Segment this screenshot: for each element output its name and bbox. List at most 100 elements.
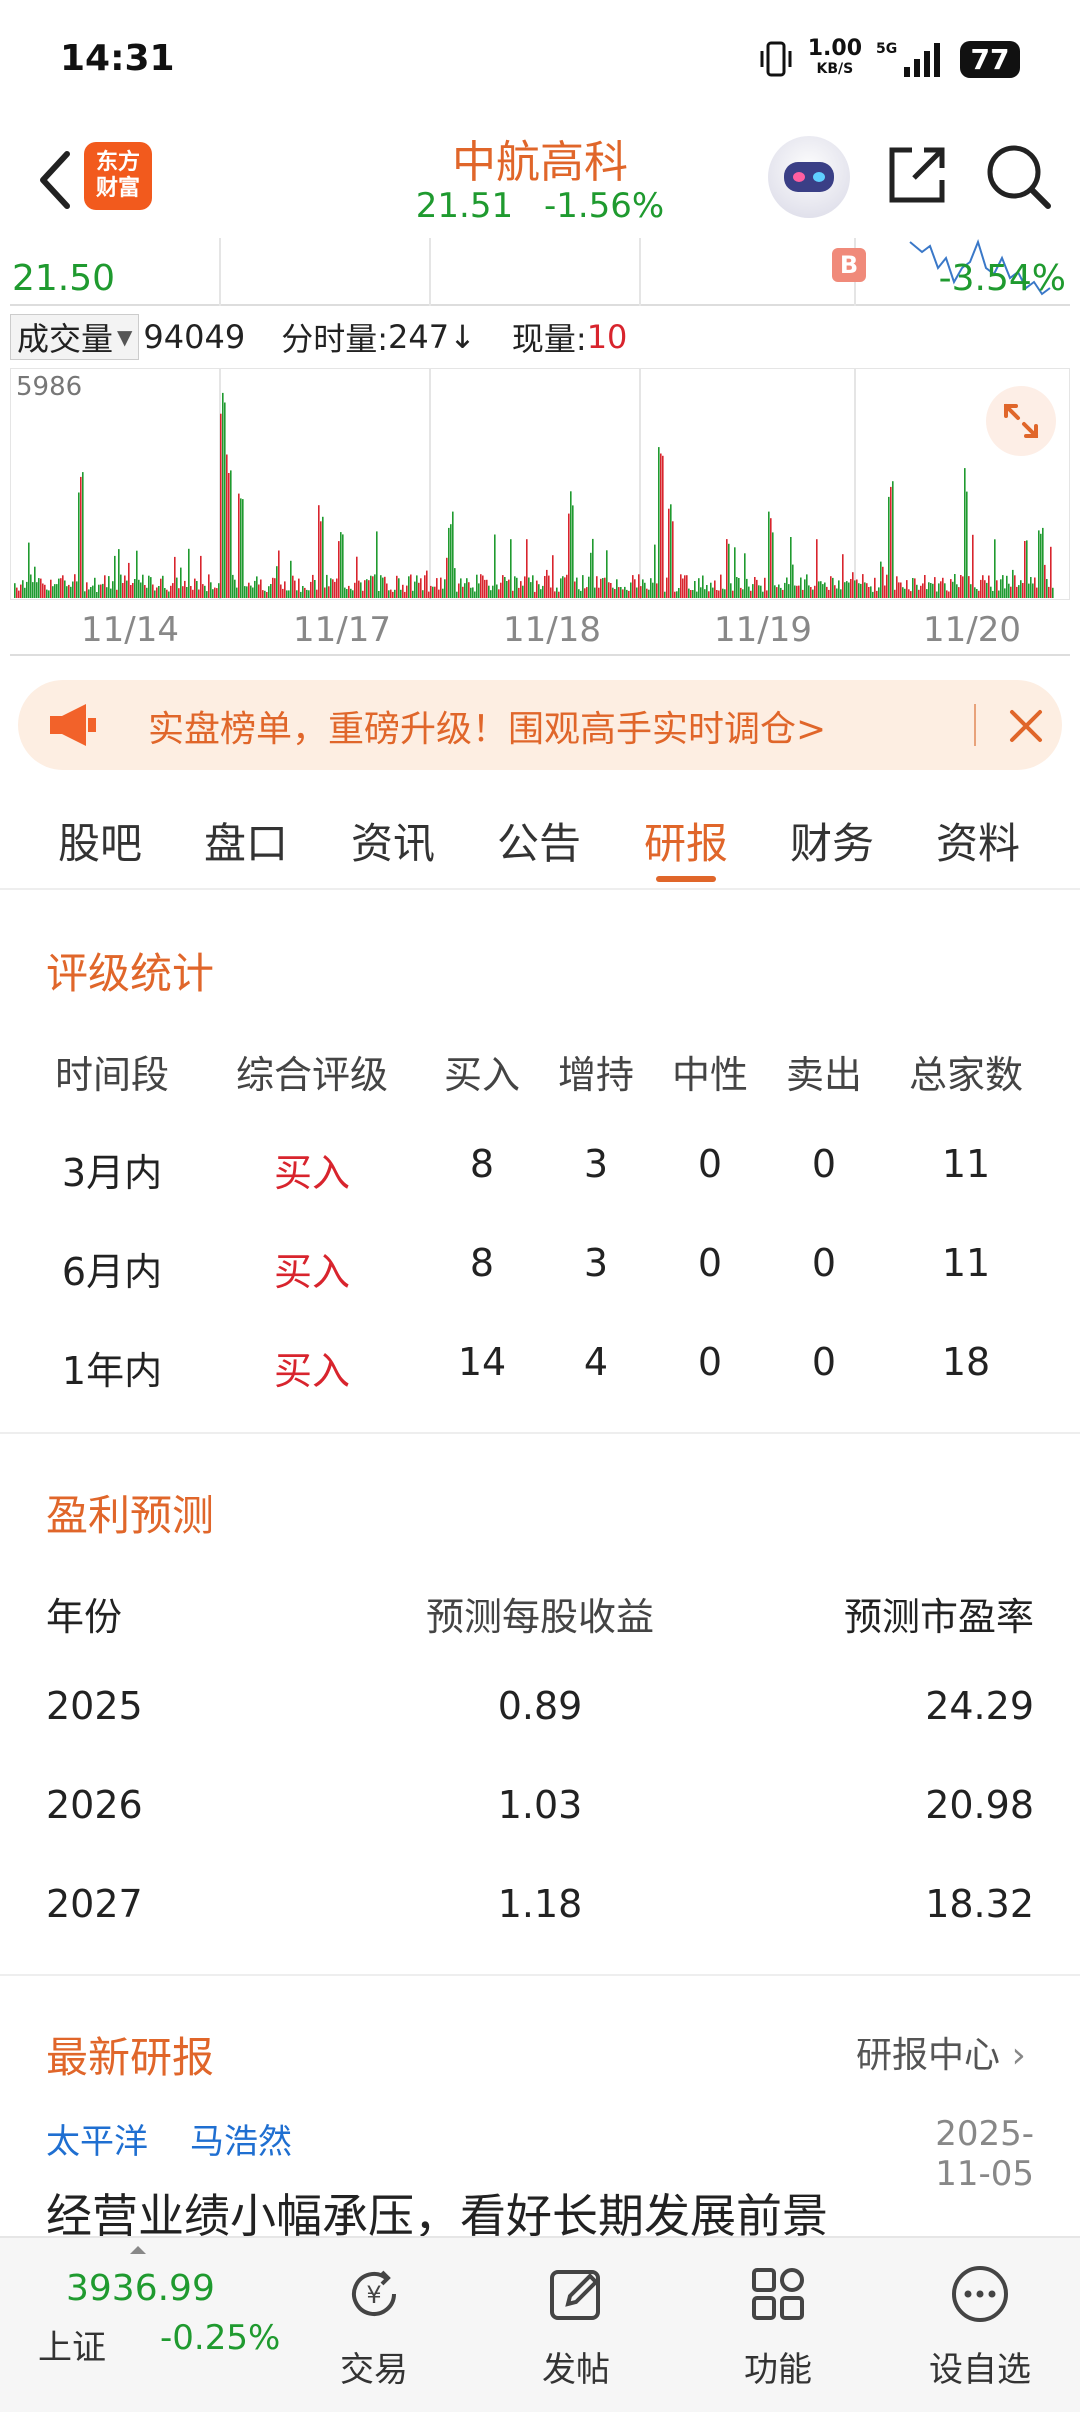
volume-bar: [964, 468, 966, 598]
tab-pankou[interactable]: 盘口: [204, 810, 288, 871]
volume-bar: [490, 590, 492, 598]
volume-indicator-select[interactable]: 成交量 ▼: [10, 314, 140, 360]
ai-assistant-button[interactable]: [768, 136, 850, 218]
volume-bar: [80, 476, 82, 598]
tab-research[interactable]: 研报: [644, 810, 728, 871]
volume-bar: [650, 578, 652, 598]
report-institution[interactable]: 太平洋: [46, 2114, 148, 2163]
volume-bar: [632, 575, 634, 598]
index-name: 上证: [38, 2328, 106, 2368]
rating-period: 3月内: [61, 1151, 163, 1195]
volume-bar: [594, 587, 596, 598]
volume-bar: [306, 589, 308, 598]
volume-bar: [810, 587, 812, 598]
volume-bar: [748, 586, 750, 598]
tab-profile[interactable]: 资料: [936, 810, 1020, 871]
banner-close-button[interactable]: [1004, 704, 1048, 748]
volume-bar: [700, 587, 702, 598]
share-button[interactable]: [884, 142, 950, 208]
volume-bar: [544, 576, 546, 598]
index-ticker[interactable]: 3936.99 上证 -0.25%: [0, 2238, 300, 2414]
volume-bar: [16, 587, 18, 598]
report-analyst[interactable]: 马浩然: [190, 2114, 292, 2163]
stock-change-pct: -1.56%: [543, 186, 665, 226]
volume-bar: [318, 505, 320, 598]
volume-bar: [460, 578, 462, 598]
search-button[interactable]: [984, 142, 1054, 212]
nav-functions[interactable]: 功能: [703, 2262, 853, 2391]
volume-bar: [1016, 586, 1018, 598]
volume-bar: [728, 543, 730, 598]
volume-bar: [426, 570, 428, 598]
volume-bar: [24, 587, 26, 598]
volume-bar: [294, 580, 296, 598]
volume-bar: [698, 578, 700, 598]
volume-bar: [876, 590, 878, 598]
volume-bar: [422, 590, 424, 598]
volume-bar: [20, 584, 22, 598]
tab-news[interactable]: 资讯: [351, 810, 435, 871]
volume-bar: [542, 585, 544, 598]
volume-bar: [72, 581, 74, 598]
volume-bar: [644, 582, 646, 598]
volume-bar: [500, 582, 502, 598]
volume-bar: [26, 581, 28, 598]
stock-tabs: 股吧 盘口 资讯 公告 研报 财务 资料: [0, 790, 1080, 890]
volume-bar: [128, 562, 130, 598]
volume-bar: [352, 590, 354, 598]
expand-chart-button[interactable]: [986, 386, 1056, 456]
volume-bar: [946, 590, 948, 598]
volume-bar: [396, 575, 398, 598]
volume-bar: [282, 588, 284, 598]
tick-volume-label: 分时量:: [281, 320, 388, 358]
volume-bar: [602, 578, 604, 598]
date-axis: 11/14 11/17 11/18 11/19 11/20: [10, 604, 1070, 656]
volume-bar: [176, 577, 178, 598]
volume-bar: [358, 580, 360, 598]
volume-chart[interactable]: 5986: [9, 367, 1071, 601]
volume-bar: [558, 591, 560, 598]
volume-bar: [862, 574, 864, 598]
nav-post[interactable]: 发帖: [501, 2262, 651, 2391]
volume-bar: [316, 589, 318, 598]
volume-bar: [910, 591, 912, 598]
rating-neutral: 0: [697, 1241, 723, 1285]
volume-bar: [398, 578, 400, 598]
back-button[interactable]: [20, 140, 90, 220]
volume-bar: [280, 584, 282, 598]
volume-bar: [556, 587, 558, 598]
forecast-pe: 24.29: [925, 1684, 1034, 1728]
intraday-price-chart[interactable]: B 21.50 -3.54%: [10, 238, 1070, 306]
volume-bar: [180, 567, 182, 598]
tab-announcements[interactable]: 公告: [497, 810, 581, 871]
volume-bar: [512, 590, 514, 598]
buy-marker[interactable]: B: [832, 248, 866, 282]
grid-icon: [752, 2268, 804, 2320]
app-logo[interactable]: 东方 财富: [84, 142, 152, 210]
volume-bar: [874, 577, 876, 598]
volume-bar: [210, 582, 212, 598]
promo-banner[interactable]: 实盘榜单，重磅升级！围观高手实时调仓>: [18, 680, 1062, 770]
volume-bar: [536, 580, 538, 598]
volume-bar: [268, 586, 270, 598]
tab-guba[interactable]: 股吧: [58, 810, 142, 871]
report-center-link[interactable]: 研报中心 ›: [856, 2026, 1026, 2078]
volume-bar: [148, 575, 150, 598]
volume-bar: [228, 473, 230, 598]
nav-trade[interactable]: ¥ 交易: [299, 2262, 449, 2391]
volume-bar: [442, 588, 444, 598]
nav-add-watchlist[interactable]: 设自选: [905, 2262, 1055, 2391]
volume-bar: [298, 578, 300, 598]
volume-bar: [610, 583, 612, 598]
volume-bar: [742, 589, 744, 598]
volume-bar: [902, 587, 904, 598]
pct-axis-label: -3.54%: [938, 258, 1066, 299]
rating-header: 综合评级: [235, 1053, 389, 1097]
volume-bar: [414, 581, 416, 598]
volume-bar: [736, 577, 738, 598]
volume-bar: [916, 584, 918, 598]
volume-bar: [58, 578, 60, 598]
volume-bar: [740, 587, 742, 598]
status-time: 14:31: [60, 38, 175, 79]
tab-finance[interactable]: 财务: [790, 810, 874, 871]
